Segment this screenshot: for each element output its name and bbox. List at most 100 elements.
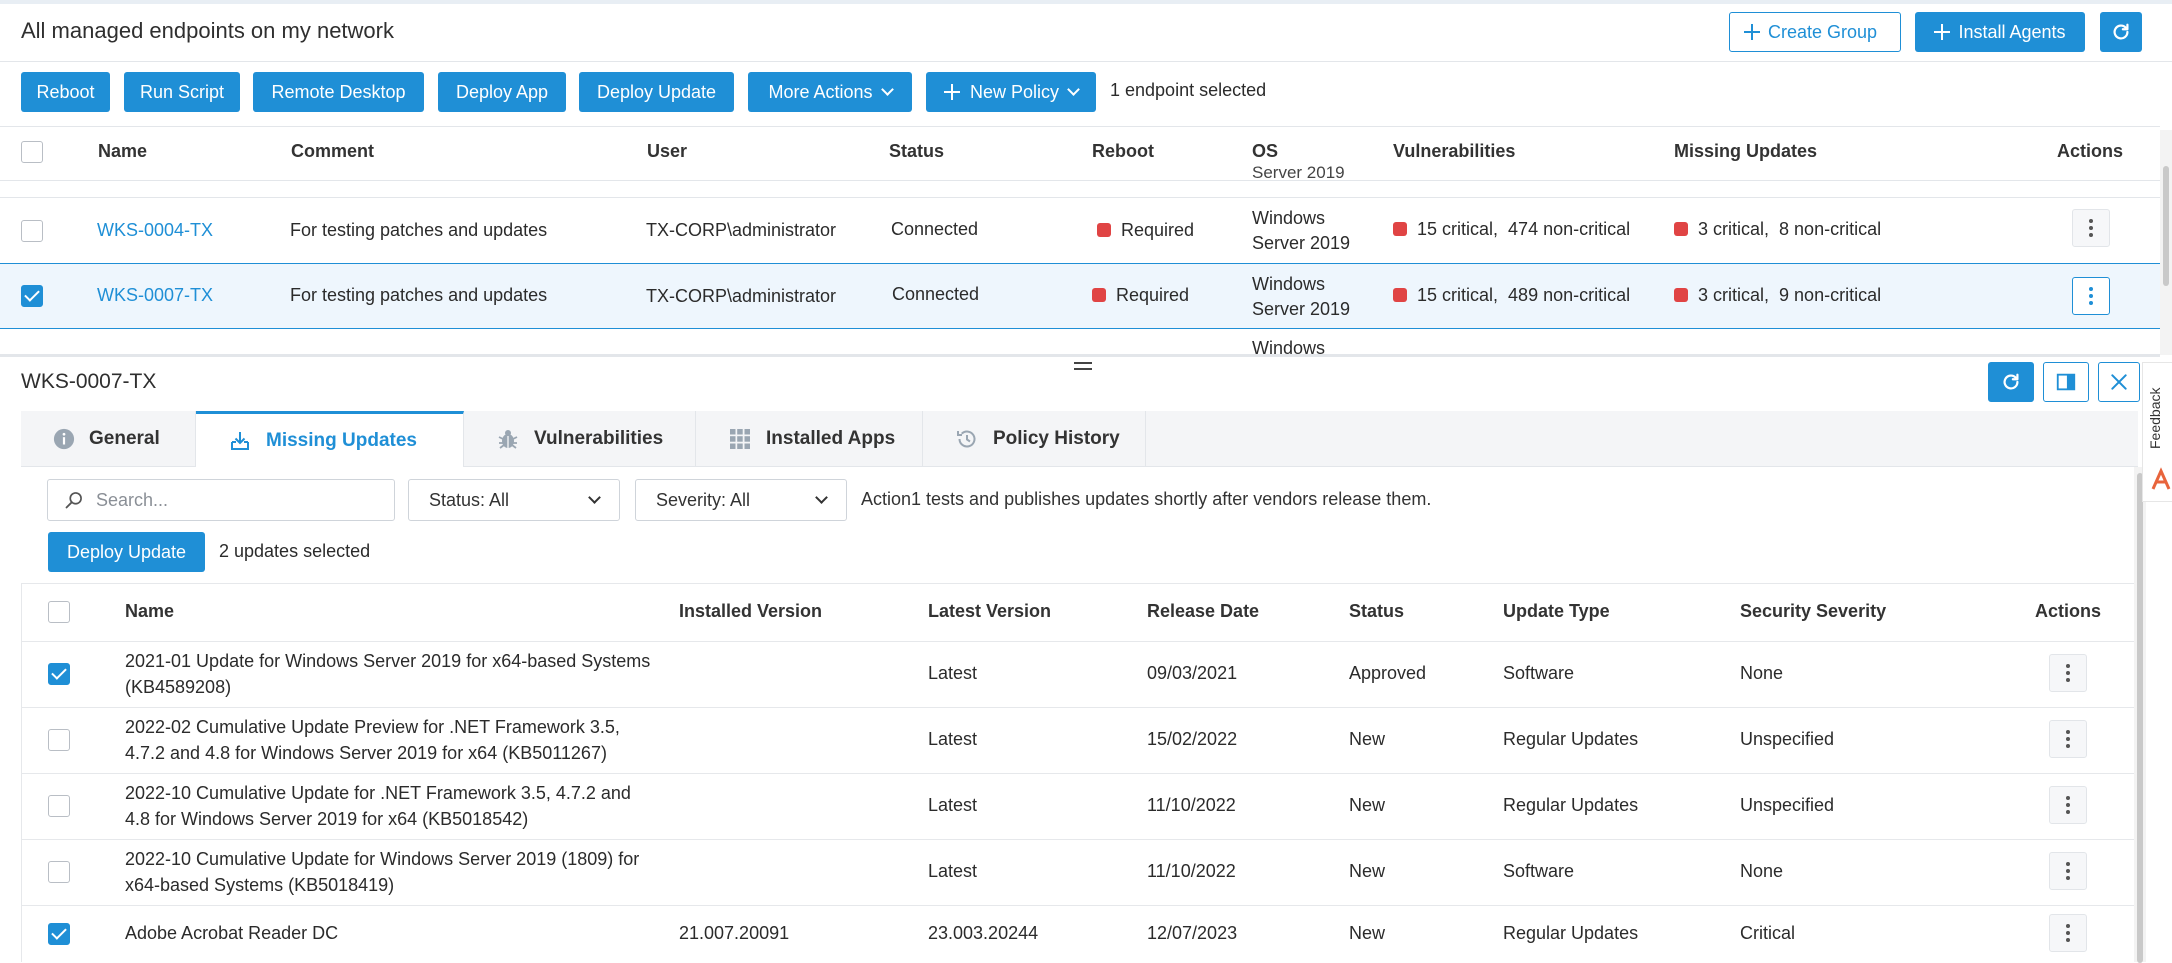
panel-tabs: General Missing Updates Vulnerabilities … <box>21 411 2138 467</box>
tab-policy-history[interactable]: Policy History <box>923 411 1146 467</box>
select-all-updates-checkbox[interactable] <box>48 601 70 623</box>
new-policy-dropdown[interactable]: New Policy <box>926 72 1096 112</box>
release-date: 12/07/2023 <box>1147 923 1238 943</box>
vuln-critical: 15 critical, <box>1417 285 1499 305</box>
refresh-button[interactable] <box>2100 12 2142 52</box>
tab-installed-apps-label: Installed Apps <box>766 428 896 449</box>
row-checkbox[interactable] <box>21 220 43 242</box>
row-actions-menu[interactable] <box>2049 654 2087 692</box>
header-bottom-divider <box>0 180 2160 181</box>
latest-version: 23.003.20244 <box>928 923 1039 943</box>
scrollbar-thumb[interactable] <box>2163 166 2169 286</box>
refresh-icon <box>2113 23 2129 40</box>
header-divider <box>0 61 2172 62</box>
col-user-header[interactable]: User <box>647 141 687 162</box>
status-dot <box>1097 223 1111 237</box>
tab-vulnerabilities[interactable]: Vulnerabilities <box>464 411 696 467</box>
panel-splitter[interactable] <box>0 354 2160 357</box>
drag-handle-icon[interactable] <box>1074 362 1092 370</box>
dock-panel-button[interactable] <box>2043 362 2089 402</box>
row-actions-menu[interactable] <box>2049 720 2087 758</box>
endpoint-os: Windows Server 2019 <box>1252 206 1350 256</box>
close-panel-button[interactable] <box>2098 362 2140 402</box>
install-agents-label: Install Agents <box>1958 21 2066 42</box>
row-actions-menu[interactable] <box>2049 852 2087 890</box>
row-checkbox[interactable] <box>21 285 43 307</box>
row-actions-menu[interactable] <box>2072 209 2110 247</box>
tab-policy-history-label: Policy History <box>993 428 1120 449</box>
os-line1: Windows <box>1252 274 1326 294</box>
col-security-severity-header[interactable]: Security Severity <box>1740 601 1886 622</box>
update-name: 2022-10 Cumulative Update for Windows Se… <box>125 849 640 895</box>
endpoint-name-link[interactable]: WKS-0007-TX <box>97 285 213 306</box>
latest-version: Latest <box>928 663 978 683</box>
deploy-app-button[interactable]: Deploy App <box>438 72 566 112</box>
panel-title: WKS-0007-TX <box>21 370 157 393</box>
endpoint-user: TX-CORP\administrator <box>646 286 837 306</box>
update-status: New <box>1349 861 1386 881</box>
os-line1: Windows <box>1252 208 1326 228</box>
col-os-header[interactable]: OS <box>1252 141 1278 162</box>
vuln-critical: 15 critical, <box>1417 219 1499 239</box>
col-latest-version-header[interactable]: Latest Version <box>928 601 1051 622</box>
run-script-button[interactable]: Run Script <box>124 72 240 112</box>
search-input[interactable]: Search... <box>47 479 395 521</box>
col-status-header[interactable]: Status <box>1349 601 1404 622</box>
col-missing-updates-header[interactable]: Missing Updates <box>1674 141 1817 162</box>
col-installed-version-header[interactable]: Installed Version <box>679 601 822 622</box>
endpoint-comment: For testing patches and updates <box>290 285 548 305</box>
tab-general[interactable]: General <box>21 411 196 467</box>
create-group-button[interactable]: Create Group <box>1729 12 1901 52</box>
install-agents-button[interactable]: Install Agents <box>1915 12 2085 52</box>
col-name-header[interactable]: Name <box>125 601 174 622</box>
security-severity: Critical <box>1740 923 1796 943</box>
scrollbar-thumb[interactable] <box>2137 473 2143 963</box>
download-tray-icon <box>231 431 249 450</box>
endpoint-missing-updates[interactable]: 3 critical, 8 non-critical <box>1674 219 1881 240</box>
tab-installed-apps[interactable]: Installed Apps <box>696 411 923 467</box>
col-reboot-header[interactable]: Reboot <box>1092 141 1154 162</box>
row-actions-menu[interactable] <box>2072 277 2110 315</box>
more-actions-dropdown[interactable]: More Actions <box>748 72 912 112</box>
partial-row-os: Server 2019 <box>1252 166 1345 180</box>
tab-missing-updates[interactable]: Missing Updates <box>196 411 464 467</box>
more-actions-label: More Actions <box>768 81 873 102</box>
status-filter-dropdown[interactable]: Status: All <box>408 479 620 521</box>
row-actions-menu[interactable] <box>2049 914 2087 952</box>
row-actions-menu[interactable] <box>2049 786 2087 824</box>
history-icon <box>957 430 976 448</box>
reboot-button[interactable]: Reboot <box>21 72 110 112</box>
endpoint-missing-updates[interactable]: 3 critical, 9 non-critical <box>1674 285 1881 306</box>
col-update-type-header[interactable]: Update Type <box>1503 601 1610 622</box>
table-scrollbar[interactable] <box>2160 130 2172 355</box>
chevron-down-icon <box>588 491 601 504</box>
select-all-endpoints-checkbox[interactable] <box>21 141 43 163</box>
col-status-header[interactable]: Status <box>889 141 944 162</box>
endpoint-vulnerabilities[interactable]: 15 critical, 489 non-critical <box>1393 285 1630 306</box>
col-name-header[interactable]: Name <box>98 141 147 162</box>
row-checkbox[interactable] <box>48 795 70 817</box>
remote-desktop-button[interactable]: Remote Desktop <box>253 72 424 112</box>
row-checkbox[interactable] <box>48 663 70 685</box>
chevron-down-icon <box>1067 83 1080 96</box>
panel-scrollbar[interactable] <box>2134 467 2146 963</box>
upd-noncritical: 8 non-critical <box>1779 219 1882 239</box>
severity-filter-dropdown[interactable]: Severity: All <box>635 479 847 521</box>
deploy-update-selected-button[interactable]: Deploy Update <box>48 532 205 572</box>
col-release-date-header[interactable]: Release Date <box>1147 601 1259 622</box>
status-filter-value: Status: All <box>429 489 510 510</box>
update-type: Software <box>1503 861 1575 881</box>
endpoint-vulnerabilities[interactable]: 15 critical, 474 non-critical <box>1393 219 1630 240</box>
row-checkbox[interactable] <box>48 729 70 751</box>
panel-refresh-button[interactable] <box>1988 362 2034 402</box>
tab-vulnerabilities-label: Vulnerabilities <box>534 428 664 449</box>
col-vulnerabilities-header[interactable]: Vulnerabilities <box>1393 141 1515 162</box>
feedback-tab[interactable]: Feedback <box>2142 362 2172 502</box>
endpoint-name-link[interactable]: WKS-0004-TX <box>97 220 213 241</box>
row-checkbox[interactable] <box>48 861 70 883</box>
security-severity: None <box>1740 663 1784 683</box>
row-checkbox[interactable] <box>48 923 70 945</box>
deploy-update-button[interactable]: Deploy Update <box>579 72 734 112</box>
col-comment-header[interactable]: Comment <box>291 141 374 162</box>
reboot-text: Required <box>1121 220 1195 240</box>
